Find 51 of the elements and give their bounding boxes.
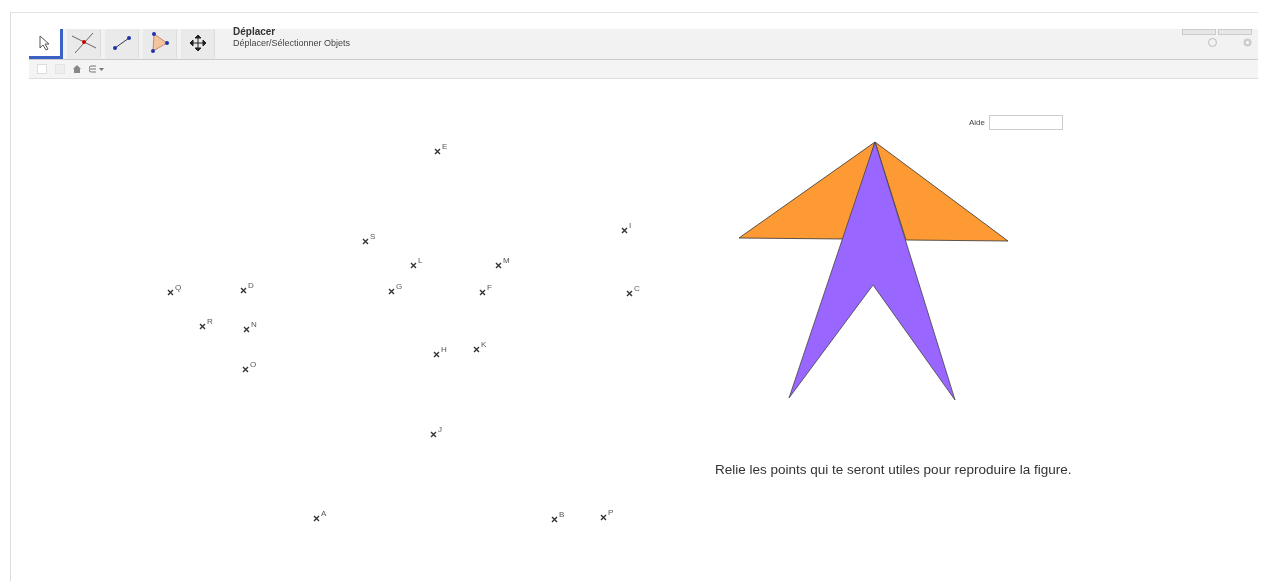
point-label: O bbox=[250, 360, 257, 369]
point-label: A bbox=[321, 509, 327, 518]
point-label: Q bbox=[175, 283, 182, 292]
point-marker-icon[interactable] bbox=[551, 516, 558, 523]
point-label: D bbox=[248, 281, 254, 290]
point-marker-icon[interactable] bbox=[434, 148, 441, 155]
point-label: S bbox=[370, 232, 376, 241]
instruction-text: Relie les points qui te seront utiles pour reproduire la figure. bbox=[715, 462, 1072, 477]
point-marker-icon[interactable] bbox=[433, 351, 440, 358]
point-marker-icon[interactable] bbox=[242, 366, 249, 373]
point-label: F bbox=[487, 283, 492, 292]
point-label: N bbox=[251, 320, 257, 329]
field-label: Aide bbox=[969, 118, 985, 127]
triangle-icon bbox=[148, 31, 171, 54]
point-label: I bbox=[629, 221, 632, 230]
point-marker-icon[interactable] bbox=[479, 289, 486, 296]
point-label: H bbox=[441, 345, 447, 354]
point-marker-icon[interactable] bbox=[313, 515, 320, 522]
tool-title: Déplacer bbox=[233, 26, 277, 37]
home-icon[interactable] bbox=[73, 65, 81, 73]
intersect-icon bbox=[70, 31, 97, 54]
point-marker-icon[interactable] bbox=[495, 262, 502, 269]
point-marker-icon[interactable] bbox=[240, 287, 247, 294]
point-label: M bbox=[503, 256, 510, 265]
point-marker-icon[interactable] bbox=[199, 323, 206, 330]
point-marker-icon[interactable] bbox=[362, 238, 369, 245]
input-field[interactable] bbox=[989, 115, 1063, 130]
point-label: K bbox=[481, 340, 487, 349]
point-marker-icon[interactable] bbox=[410, 262, 417, 269]
point-label: E bbox=[442, 142, 448, 151]
point-label: P bbox=[608, 508, 614, 517]
axes-toggle-icon[interactable] bbox=[37, 64, 47, 74]
point-marker-icon[interactable] bbox=[167, 289, 174, 296]
point-marker-icon[interactable] bbox=[473, 346, 480, 353]
point-label: L bbox=[418, 256, 423, 265]
point-marker-icon[interactable] bbox=[600, 514, 607, 521]
point-marker-icon[interactable] bbox=[626, 290, 633, 297]
segment-icon bbox=[111, 34, 132, 51]
style-dropdown-icon[interactable] bbox=[89, 65, 105, 73]
point-marker-icon[interactable] bbox=[243, 326, 250, 333]
point-label: J bbox=[438, 425, 442, 434]
move-arrows-icon bbox=[188, 33, 207, 52]
point-label: B bbox=[559, 510, 565, 519]
point-marker-icon[interactable] bbox=[621, 227, 628, 234]
tool-description: Déplacer/Sélectionner Objets bbox=[233, 37, 351, 49]
point-label: R bbox=[207, 317, 213, 326]
point-label: C bbox=[634, 284, 640, 293]
point-marker-icon[interactable] bbox=[388, 288, 395, 295]
pointer-icon bbox=[37, 34, 52, 51]
point-marker-icon[interactable] bbox=[430, 431, 437, 438]
point-label: G bbox=[396, 282, 403, 291]
